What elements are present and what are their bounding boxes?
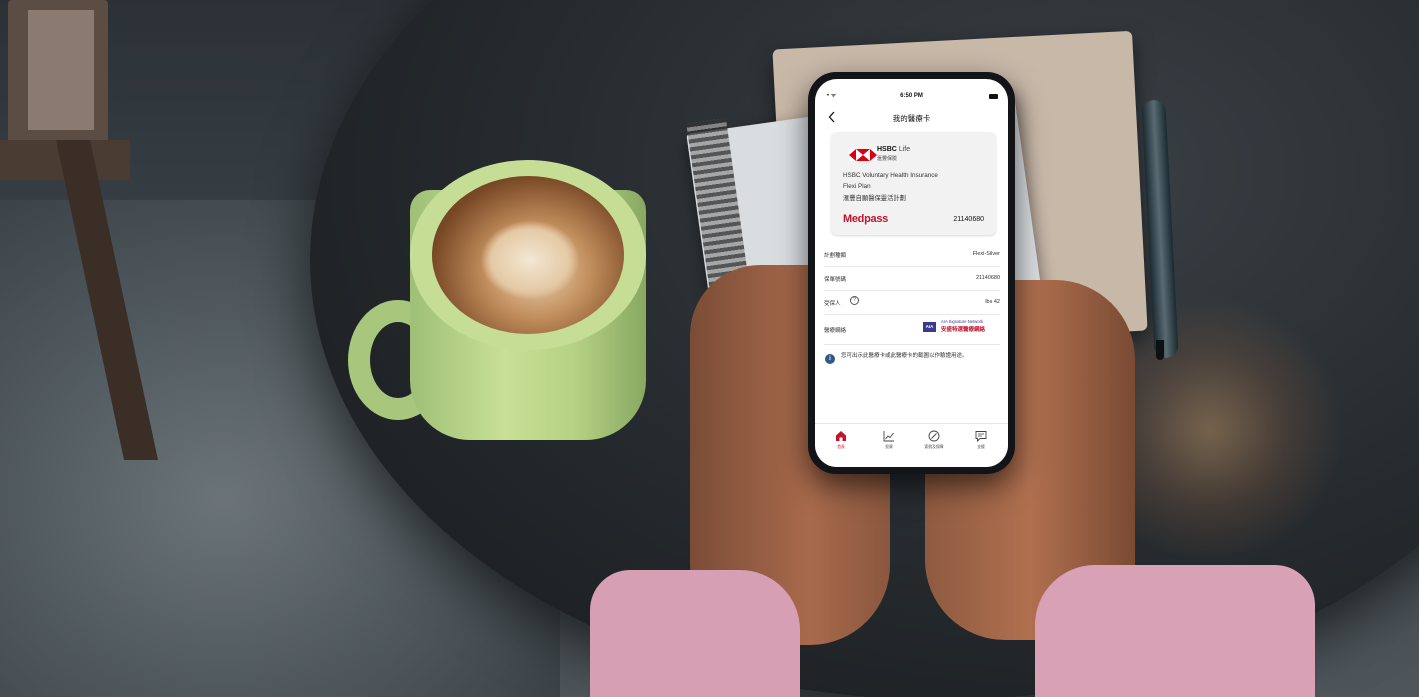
left-sleeve: [590, 570, 800, 697]
bottom-tab-bar: 首頁 投資 索償及保障 支援: [815, 423, 1008, 467]
brand-hsbc: HSBC: [877, 146, 897, 153]
row-value: 21140680: [975, 275, 1000, 281]
tab-label: 索償及保障: [924, 445, 944, 449]
row-insured: 受保人 ? lbs 42: [824, 291, 1000, 315]
info-icon: i: [825, 354, 835, 364]
row-label: 受保人: [824, 301, 841, 307]
tab-investments[interactable]: 投資: [869, 430, 909, 460]
info-notice: i 您可出示此醫療卡或此醫療卡的截圖以作驗證用途。: [825, 351, 1000, 381]
help-icon[interactable]: ?: [850, 296, 859, 305]
row-value: lbs 42: [985, 299, 1000, 305]
right-sleeve: [1035, 565, 1315, 697]
tab-support[interactable]: 支援: [961, 430, 1001, 460]
pen-tip: [1156, 340, 1164, 360]
tab-label: 首頁: [837, 445, 845, 449]
tab-claims[interactable]: 索償及保障: [914, 430, 954, 460]
chair-back-panel: [28, 10, 94, 130]
tab-label: 投資: [885, 445, 893, 449]
row-network: 醫療網絡 AIA AIA Signature Network 安盛特選醫療網絡: [824, 315, 1000, 345]
nav-bar: 我的醫療卡: [815, 107, 1008, 127]
network-logo-icon: AIA: [923, 322, 936, 332]
battery-icon: [989, 94, 998, 99]
row-label: 醫療網絡: [824, 328, 847, 334]
plan-name-zh: 滙豐自願醫保靈活計劃: [843, 195, 906, 202]
plan-name-en: HSBC Voluntary Health Insurance: [843, 172, 938, 179]
page-title: 我的醫療卡: [892, 114, 931, 123]
status-bar: • ᯤ 6:50 PM: [815, 79, 1008, 99]
chair: [0, 0, 220, 470]
brand-chinese: 滙豐保險: [877, 156, 898, 162]
status-time: 6:50 PM: [900, 93, 923, 99]
notice-text: 您可出示此醫療卡或此醫療卡的截圖以作驗證用途。: [841, 353, 968, 359]
phone-screen: • ᯤ 6:50 PM 我的醫療卡 HSBC Life 滙豐保險 HSBC Vo…: [815, 79, 1008, 467]
chat-icon: [975, 431, 987, 442]
network-name-en: AIA Signature Network: [941, 319, 984, 324]
coffee-mug: [348, 160, 650, 445]
brand-life: Life: [898, 146, 911, 153]
row-value: Flexi-Silver: [972, 251, 1000, 257]
chair-leg: [55, 140, 159, 460]
row-plan-type: 計劃種類 Flexi-Silver: [824, 243, 1000, 267]
chart-icon: [883, 431, 894, 442]
brand-name: HSBC Life: [877, 146, 910, 153]
plan-type-en: Flexi Plan: [843, 183, 871, 190]
row-label: 計劃種類: [824, 253, 847, 259]
row-label: 保單號碼: [824, 277, 847, 283]
tab-label: 支援: [977, 445, 985, 449]
network-name-zh: 安盛特選醫療網絡: [941, 327, 986, 333]
home-icon: [836, 431, 846, 441]
row-policy-number: 保單號碼 21140680: [824, 267, 1000, 291]
medical-card[interactable]: HSBC Life 滙豐保險 HSBC Voluntary Health Insu…: [831, 132, 996, 235]
tab-home[interactable]: 首頁: [821, 430, 861, 460]
hsbc-hexagon-logo: [849, 149, 877, 161]
medpass-logo: Medpass: [843, 213, 888, 225]
latte-art: [480, 220, 580, 300]
photo-scene: • ᯤ 6:50 PM 我的醫療卡 HSBC Life 滙豐保險 HSBC Vo…: [0, 0, 1419, 697]
card-number: 21140680: [953, 216, 984, 223]
smartphone: • ᯤ 6:50 PM 我的醫療卡 HSBC Life 滙豐保險 HSBC Vo…: [808, 72, 1015, 474]
compass-icon: [928, 430, 940, 442]
